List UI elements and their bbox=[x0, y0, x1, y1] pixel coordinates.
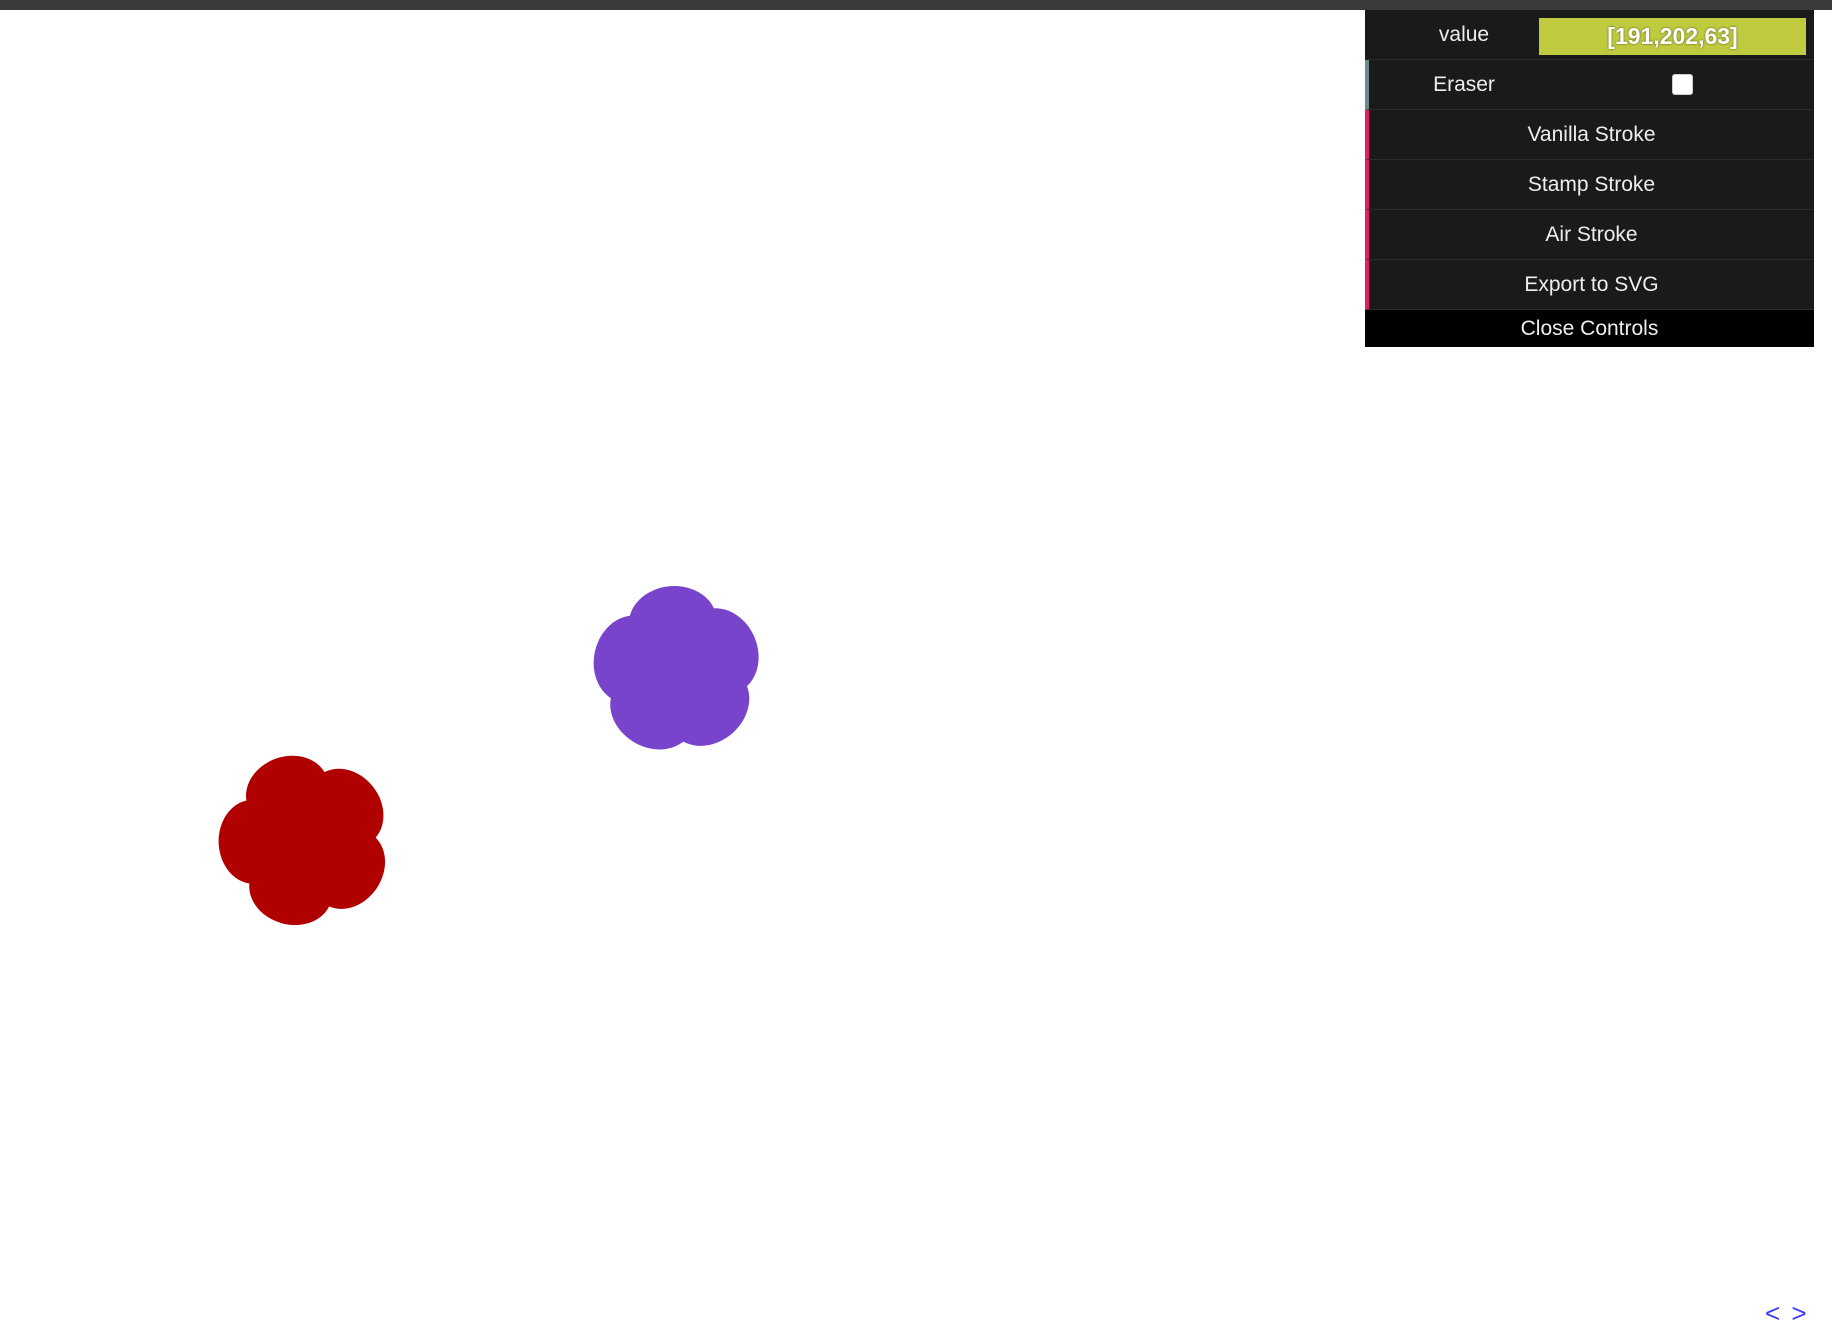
purple-flower-shape bbox=[593, 586, 759, 750]
prev-arrow-icon[interactable]: < bbox=[1765, 1298, 1782, 1328]
air-stroke-row: Air Stroke bbox=[1365, 210, 1814, 260]
red-flower-shape bbox=[218, 755, 386, 926]
export-svg-row: Export to SVG bbox=[1365, 260, 1814, 310]
air-stroke-button[interactable]: Air Stroke bbox=[1369, 210, 1814, 260]
vanilla-stroke-button[interactable]: Vanilla Stroke bbox=[1369, 110, 1814, 160]
eraser-checkbox[interactable] bbox=[1672, 74, 1693, 95]
top-bar bbox=[0, 0, 1832, 10]
color-control-row: value [191,202,63] bbox=[1365, 10, 1814, 60]
close-controls-button[interactable]: Close Controls bbox=[1365, 310, 1814, 347]
color-label: value bbox=[1438, 23, 1490, 46]
eraser-control-row: Eraser bbox=[1365, 60, 1814, 110]
stamp-stroke-button[interactable]: Stamp Stroke bbox=[1369, 160, 1814, 210]
next-arrow-icon[interactable]: > bbox=[1791, 1298, 1808, 1328]
controls-panel: value [191,202,63] Eraser Vanilla Stroke… bbox=[1365, 10, 1814, 347]
export-svg-button[interactable]: Export to SVG bbox=[1369, 260, 1814, 310]
nav-arrows: < > bbox=[1765, 1298, 1809, 1329]
stamp-stroke-row: Stamp Stroke bbox=[1365, 160, 1814, 210]
eraser-label: Eraser bbox=[1433, 73, 1495, 96]
color-value-field[interactable]: [191,202,63] bbox=[1539, 18, 1806, 55]
vanilla-stroke-row: Vanilla Stroke bbox=[1365, 110, 1814, 160]
